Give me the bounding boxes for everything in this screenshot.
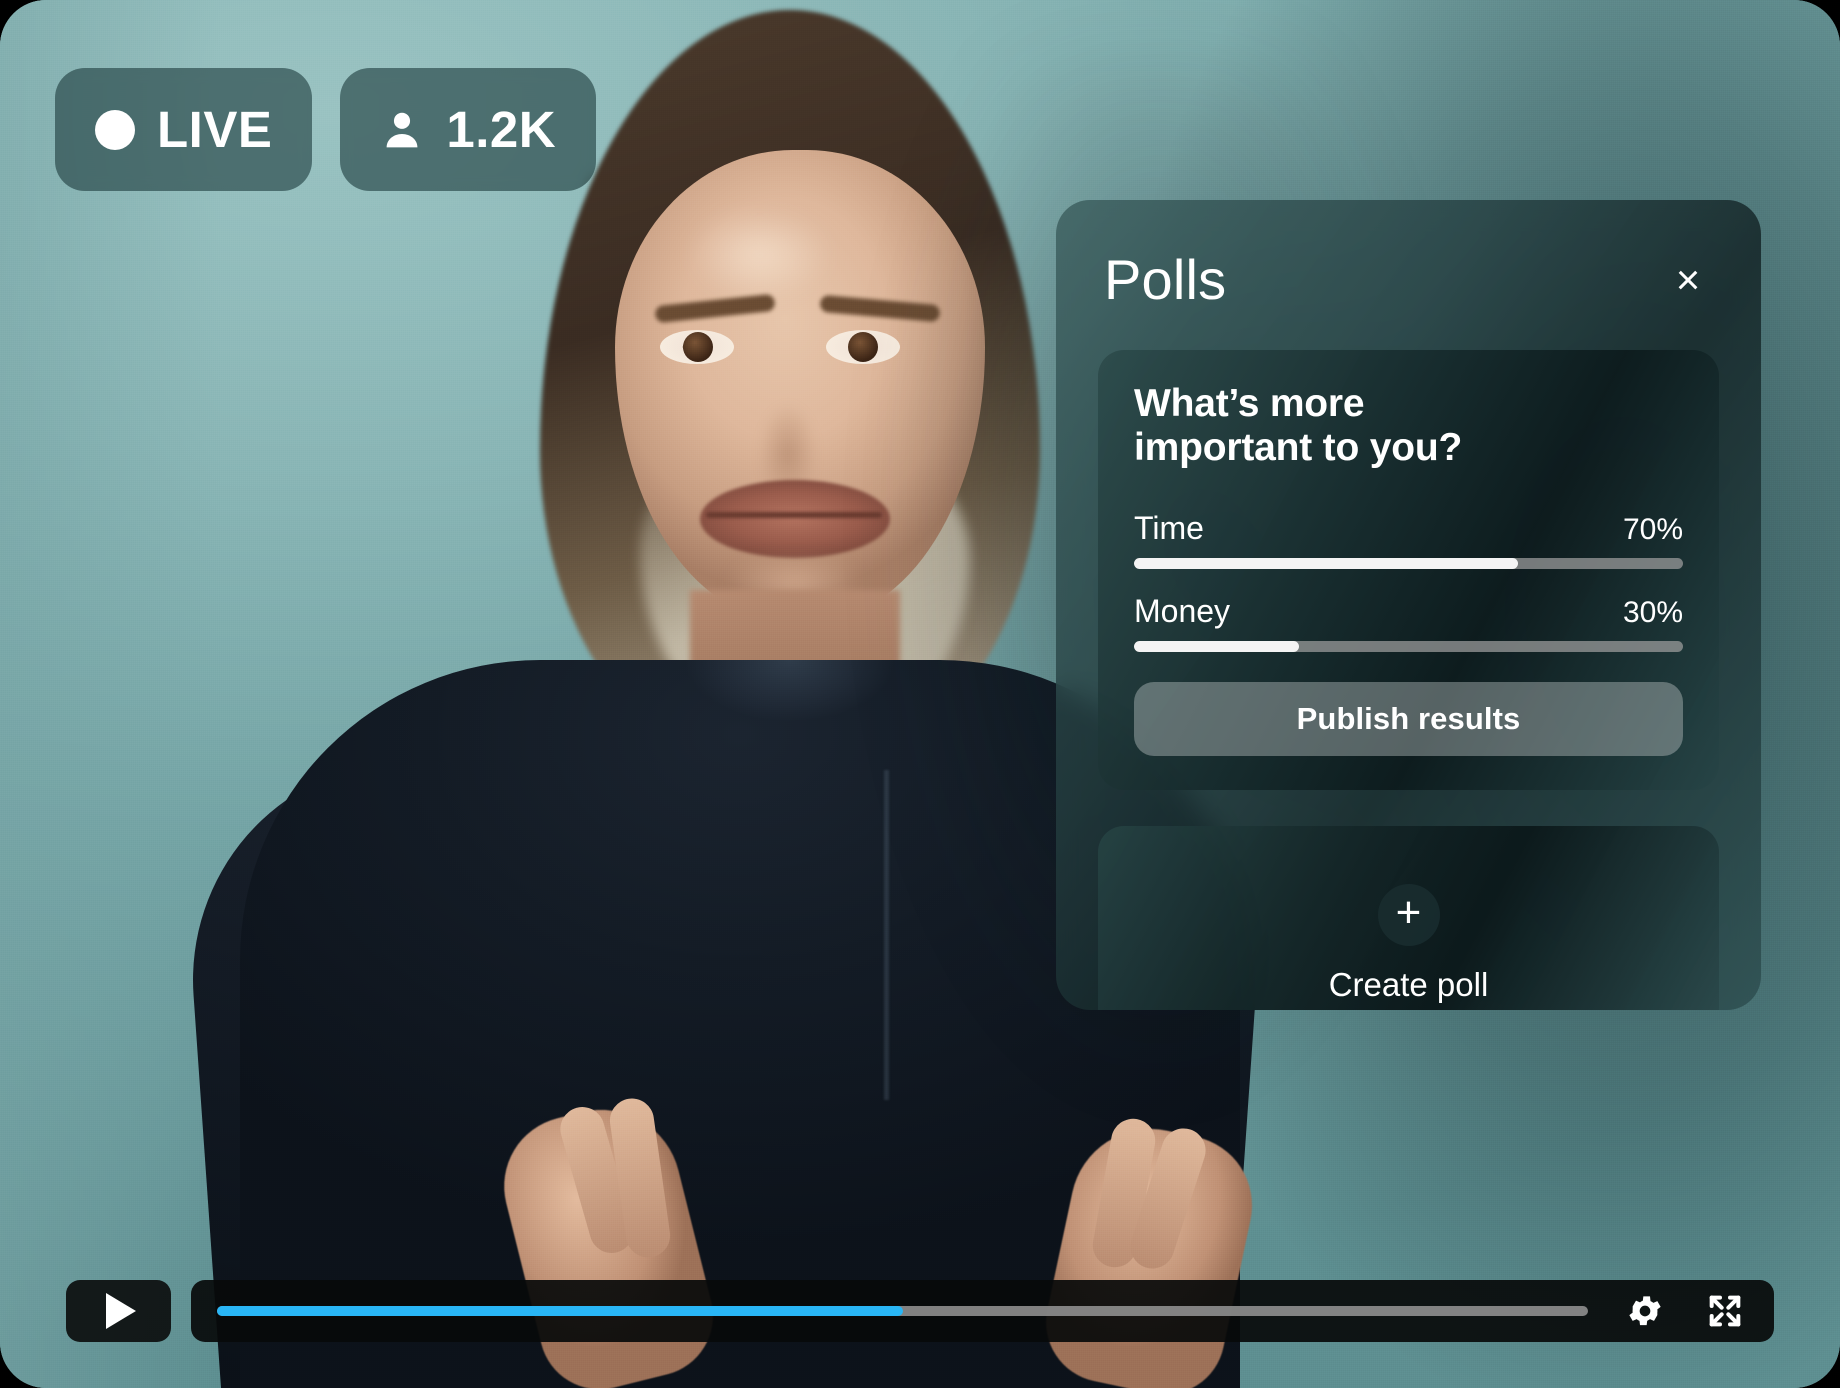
play-button[interactable] <box>66 1280 171 1342</box>
live-badge: LIVE <box>55 68 313 191</box>
viewer-count-label: 1.2K <box>446 101 557 158</box>
close-icon[interactable]: × <box>1661 253 1715 307</box>
create-poll-button[interactable]: + Create poll <box>1098 826 1719 1010</box>
publish-results-button[interactable]: Publish results <box>1134 682 1683 757</box>
plus-icon: + <box>1377 884 1440 947</box>
live-badge-label: LIVE <box>157 101 273 158</box>
create-poll-label: Create poll <box>1328 966 1489 1004</box>
active-poll-card: What’s more important to you? Time 70% M… <box>1098 350 1719 791</box>
stream-status-chips: LIVE 1.2K <box>55 68 597 191</box>
seek-bar-fill <box>217 1306 903 1316</box>
player-controls <box>66 1280 1774 1342</box>
poll-progress-track <box>1134 641 1683 653</box>
poll-option-label: Time <box>1134 510 1204 547</box>
wall-left-highlight <box>0 0 221 1388</box>
play-icon <box>106 1293 136 1329</box>
poll-option-row: Money 30% <box>1134 595 1683 628</box>
poll-progress-fill <box>1134 641 1299 653</box>
subject-iris-left <box>683 332 713 362</box>
poll-option-row: Time 70% <box>1134 512 1683 545</box>
poll-option-time[interactable]: Time 70% <box>1134 512 1683 570</box>
seek-bar[interactable] <box>217 1306 1588 1316</box>
live-dot-icon <box>95 109 135 150</box>
poll-option-label: Money <box>1134 593 1231 630</box>
close-icon-glyph: × <box>1675 256 1701 303</box>
polls-panel: Polls × What’s more important to you? Ti… <box>1056 200 1761 1010</box>
plus-icon-glyph: + <box>1395 888 1422 938</box>
fullscreen-icon[interactable] <box>1702 1288 1748 1334</box>
poll-question: What’s more important to you? <box>1134 382 1463 470</box>
poll-progress-track <box>1134 558 1683 570</box>
person-icon <box>380 107 424 153</box>
polls-panel-title: Polls <box>1104 248 1227 311</box>
player-control-bar <box>191 1280 1774 1342</box>
poll-option-money[interactable]: Money 30% <box>1134 595 1683 653</box>
poll-option-percent: 70% <box>1622 513 1683 547</box>
video-player-frame: LIVE 1.2K Polls × What’s more important … <box>0 0 1840 1388</box>
polls-panel-header: Polls × <box>1056 200 1761 308</box>
poll-progress-fill <box>1134 558 1519 570</box>
gear-icon[interactable] <box>1622 1288 1668 1334</box>
viewer-count-badge: 1.2K <box>340 68 597 191</box>
poll-option-percent: 30% <box>1622 596 1683 630</box>
